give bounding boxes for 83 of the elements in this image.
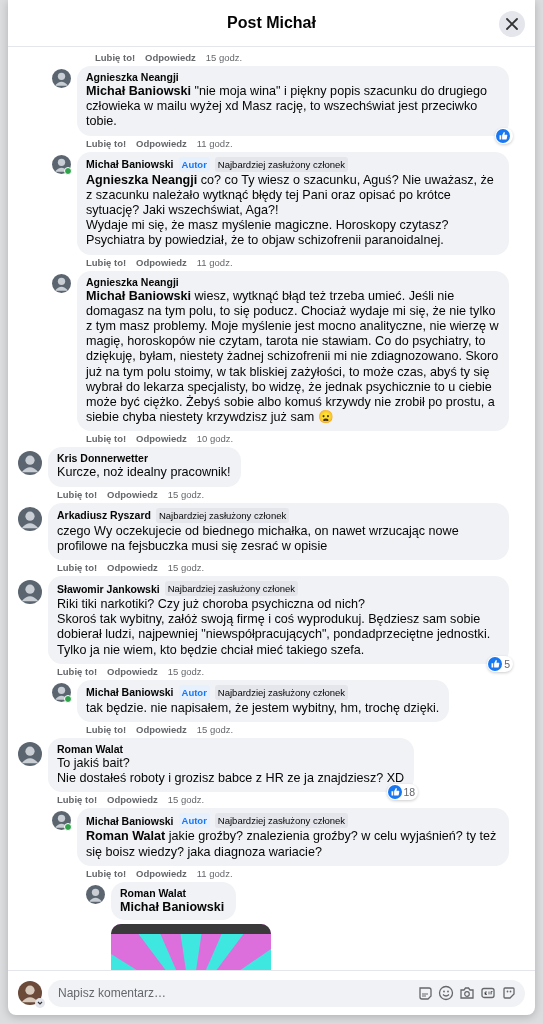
author-name[interactable]: Michał Baniowski bbox=[86, 686, 174, 699]
member-badge: Autor bbox=[178, 813, 210, 829]
like-link[interactable]: Lubię to! bbox=[86, 433, 127, 445]
author-name[interactable]: Agnieszka Neangji bbox=[86, 275, 179, 288]
avatar[interactable] bbox=[18, 742, 42, 767]
avatar[interactable] bbox=[18, 580, 42, 605]
like-link[interactable]: Lubię to! bbox=[95, 52, 136, 63]
comment-time[interactable]: 15 godz. bbox=[167, 488, 205, 500]
member-badge: Autor bbox=[178, 684, 210, 700]
reaction-count[interactable]: 5 bbox=[487, 655, 513, 672]
reply-link[interactable]: Odpowiedz bbox=[145, 52, 196, 63]
like-icon bbox=[496, 128, 510, 143]
like-link[interactable]: Lubię to! bbox=[86, 137, 127, 149]
comment-text: Kurcze, noż idealny pracownik! bbox=[57, 465, 231, 481]
comment-text: Michał Baniowski wiesz, wytknąć błąd też trzeba umieć. Jeśli nie domagasz na tym polu, to się poducz. Chociaż wydaje mi się, że nie tylko z tym masz problemy. Moje myślenie jest mocno analityczne, nie wierzę w magię, horoskopów nie czytam, tarota nie stawiam. Co do psychiatry, to dziękuję, byłam, niestety żadnej schizofrenii mi nie zdiagnozowano. Skoro już na tym polu stoimy, w tak bliskiej zażyłości, to może czas, abyś ty się wybrał do lekarza specjalisty, bo widzę, że jednak psychicznie to u ciebie może być ciężko. Żebyś sobie albo komuś krzywdy nie zrobił po prostu, a siebie chyba niestety krzywdzisz już sam 😦 bbox=[86, 288, 499, 426]
close-icon bbox=[506, 18, 518, 30]
reaction-count[interactable] bbox=[495, 127, 513, 144]
comment-time[interactable]: 11 godz. bbox=[196, 256, 233, 268]
like-link[interactable]: Lubię to! bbox=[86, 256, 127, 268]
reply-link[interactable]: Odpowiedz bbox=[107, 488, 158, 500]
avatar[interactable] bbox=[18, 451, 42, 476]
chevron-icon[interactable] bbox=[35, 998, 45, 1008]
comment-text: Agnieszka Neangji co? co Ty wiesz o szacunku, Aguś? Nie uważasz, że z szacunku należało wytknąć błędy tej Pani oraz opisać po krótce sytuację? Jaki wszechświat, Aga?! Wydaje mi się, że masz myślenie magiczne. Horoskopy czytasz? Psychiatra by powiedział, że to objaw schizofrenii paranoidalnej. bbox=[86, 172, 495, 249]
mention-link[interactable]: Michał Baniowski bbox=[120, 899, 225, 914]
reply-link[interactable]: Odpowiedz bbox=[136, 724, 187, 736]
comment-text: Riki tiki narkotiki? Czy już choroba psychiczna od nich? Skoroś tak wybitny, załóż swoją firmę i coś wyprodukuj. Będziesz sam sobie dobierał ludzi, najpewniej "niewspółpracujących", pondadprzeciętne jednostki. Tylko ja nie wiem, kto będzie chciał mieć takiego szefa. bbox=[57, 597, 492, 658]
like-link[interactable]: Lubię to! bbox=[57, 665, 98, 677]
avatar[interactable] bbox=[18, 981, 42, 1005]
reply-link[interactable]: Odpowiedz bbox=[107, 562, 158, 574]
avatar[interactable] bbox=[52, 273, 71, 293]
camera-icon[interactable] bbox=[459, 984, 475, 1001]
like-link[interactable]: Lubię to! bbox=[57, 488, 98, 500]
emoji-icon[interactable] bbox=[438, 984, 454, 1001]
author-name[interactable]: Agnieszka Neangji bbox=[86, 71, 179, 83]
comment-time[interactable]: 15 godz. bbox=[167, 562, 205, 574]
comment-time[interactable]: 15 godz. bbox=[167, 794, 205, 806]
comment-time[interactable]: 15 godz. bbox=[196, 724, 234, 736]
avatar[interactable] bbox=[52, 69, 71, 88]
member-badge: Najbardziej zasłużony członek bbox=[155, 507, 290, 523]
author-name[interactable]: Michał Baniowski bbox=[86, 815, 174, 827]
avatar[interactable] bbox=[18, 506, 42, 531]
reply-link[interactable]: Odpowiedz bbox=[136, 256, 187, 268]
comment-text: Michał Baniowski "nie moja wina" i piękny popis szacunku do drugiego człowieka w mailu wyżej xd Masz rację, to wszechświat jest przeciwko tobie. bbox=[86, 84, 488, 130]
sticker-icon[interactable] bbox=[501, 984, 517, 1001]
member-badge: Najbardziej zasłużony członek bbox=[214, 813, 349, 829]
reply-link[interactable]: Odpowiedz bbox=[107, 665, 158, 677]
comment-time[interactable]: 11 godz. bbox=[196, 137, 233, 149]
comment-text: Roman Walat jakie groźby? znalezienia groźby? w celu wyjaśnień? ty też się boisz wiedzy? jaka diagnoza wariacie? bbox=[86, 829, 498, 860]
comment-time[interactable]: 15 godz. bbox=[205, 52, 243, 63]
comment-time[interactable]: 15 godz. bbox=[167, 665, 205, 677]
reply-link[interactable]: Odpowiedz bbox=[136, 137, 187, 149]
author-name[interactable]: Roman Walat bbox=[57, 743, 124, 756]
member-badge: Autor bbox=[178, 156, 210, 172]
dialog-title: Post Michał bbox=[227, 14, 316, 32]
member-badge: Najbardziej zasłużony członek bbox=[214, 156, 349, 172]
comment-sticker-icon[interactable] bbox=[417, 984, 433, 1001]
reply-link[interactable]: Odpowiedz bbox=[107, 794, 158, 806]
comment-time[interactable]: 10 godz. bbox=[196, 433, 234, 445]
author-name[interactable]: Kris Donnerwetter bbox=[57, 452, 149, 465]
avatar[interactable] bbox=[52, 154, 71, 174]
author-name[interactable]: Roman Walat bbox=[120, 886, 187, 899]
avatar[interactable] bbox=[86, 884, 105, 904]
comment-text: czego Wy oczekujecie od biednego michałka, on nawet wrzucając nowe profilowe na fejsbuczka musi się zesrać w opisie bbox=[57, 523, 460, 555]
like-link[interactable]: Lubię to! bbox=[57, 562, 98, 574]
comment-time[interactable]: 11 godz. bbox=[196, 867, 233, 879]
like-link[interactable]: Lubię to! bbox=[86, 867, 127, 879]
author-name[interactable]: Sławomir Jankowski bbox=[57, 582, 160, 595]
author-name[interactable]: Michał Baniowski bbox=[86, 158, 174, 171]
like-icon bbox=[387, 785, 402, 800]
reply-link[interactable]: Odpowiedz bbox=[136, 867, 187, 879]
reply-link[interactable]: Odpowiedz bbox=[136, 433, 187, 445]
comment-field[interactable]: Napisz komentarz… bbox=[48, 979, 525, 1007]
member-badge: Najbardziej zasłużony członek bbox=[214, 684, 349, 700]
avatar[interactable] bbox=[52, 682, 71, 702]
comment-text: tak będzie. nie napisałem, że jestem wybitny, hm, trochę dzięki. bbox=[86, 700, 440, 717]
comment-text: To jakiś bait? Nie dostałeś roboty i grozisz babce z HR ze ja znajdziesz? XD bbox=[57, 756, 405, 787]
close-button[interactable] bbox=[499, 11, 525, 37]
like-icon bbox=[488, 656, 503, 671]
author-name[interactable]: Arkadiusz Ryszard bbox=[57, 509, 151, 522]
like-link[interactable]: Lubię to! bbox=[86, 724, 127, 736]
reaction-count[interactable]: 18 bbox=[386, 784, 419, 801]
member-badge: Najbardziej zasłużony członek bbox=[164, 581, 298, 597]
like-link[interactable]: Lubię to! bbox=[57, 794, 98, 806]
